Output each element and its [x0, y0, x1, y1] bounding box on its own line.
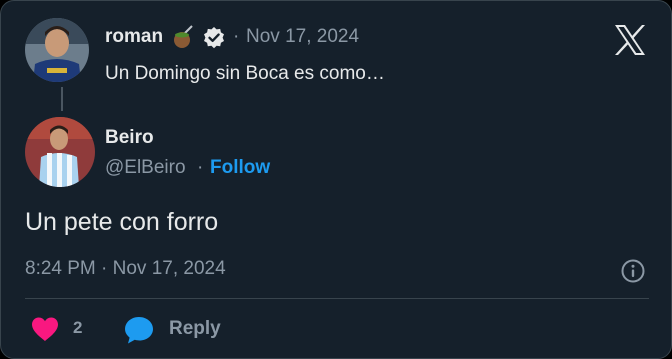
like-count: 2 — [73, 318, 83, 337]
reply-author-avatar[interactable] — [25, 117, 95, 187]
info-icon[interactable] — [620, 258, 646, 284]
parent-tweet-date[interactable]: Nov 17, 2024 — [246, 26, 359, 48]
reply-button[interactable]: Reply — [169, 318, 221, 340]
thread-connector-line — [61, 87, 63, 111]
verified-icon — [202, 26, 226, 50]
reply-bubble-icon[interactable] — [123, 315, 155, 345]
divider — [25, 298, 649, 299]
handle-separator: · — [197, 157, 204, 178]
parent-author-name[interactable]: roman — [105, 26, 163, 48]
mate-icon — [171, 25, 197, 49]
date-separator: · — [233, 26, 240, 47]
x-logo-icon[interactable] — [613, 24, 647, 56]
reply-author-name[interactable]: Beiro — [105, 127, 154, 149]
tweet-timestamp[interactable]: 8:24 PM · Nov 17, 2024 — [25, 258, 226, 280]
parent-author-avatar[interactable] — [25, 18, 89, 82]
tweet-embed-card: roman · Nov 17, 2024 Un Domingo sin Boca… — [0, 0, 672, 359]
tweet-text: Un pete con forro — [25, 208, 219, 236]
follow-button[interactable]: Follow — [210, 157, 270, 179]
parent-tweet-text: Un Domingo sin Boca es como… — [105, 63, 385, 84]
heart-icon[interactable] — [31, 316, 59, 342]
reply-author-handle[interactable]: @ElBeiro — [105, 157, 186, 179]
